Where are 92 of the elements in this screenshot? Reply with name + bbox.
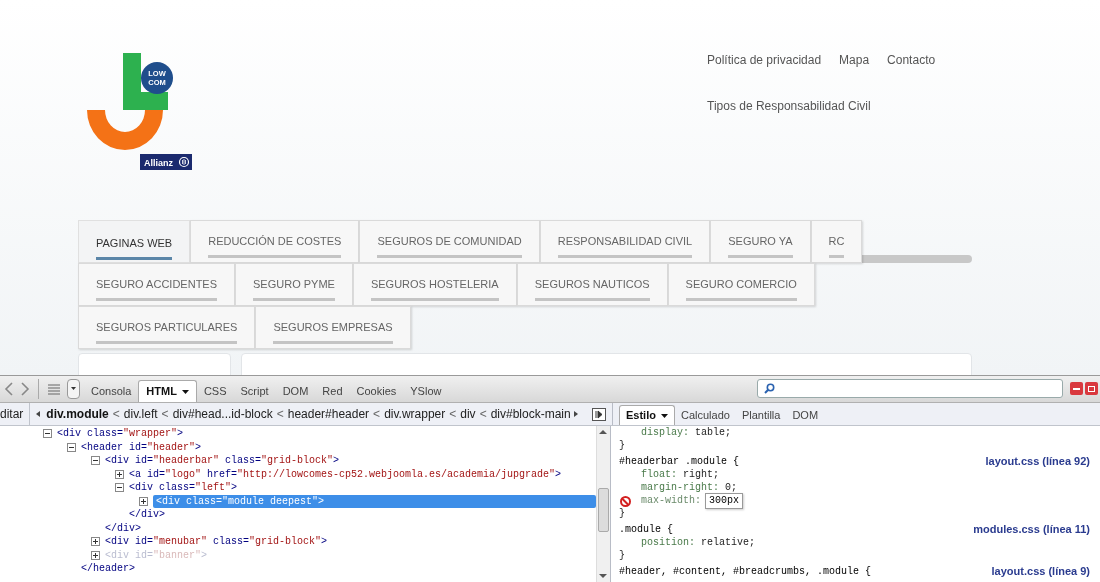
menu-tab[interactable]: PAGINAS WEB <box>78 220 191 263</box>
style-tab[interactable]: Calculado <box>674 405 736 425</box>
style-tab[interactable]: DOM <box>786 405 825 425</box>
collapse-icon[interactable] <box>91 456 100 466</box>
html-node[interactable]: <div id="headerbar" class="grid-block"> <box>105 454 340 468</box>
restore-button[interactable] <box>1085 382 1098 395</box>
css-value: table; <box>695 426 732 439</box>
source-link[interactable]: modules.css (línea 11) <box>973 523 1090 536</box>
style-tab[interactable]: Estilo <box>619 405 675 425</box>
breadcrumb-separator: < <box>161 406 169 423</box>
caret-icon <box>181 389 189 394</box>
menu-tab[interactable]: REDUCCIÓN DE COSTES <box>190 220 360 263</box>
css-selector: #headerbar .module { <box>619 455 740 468</box>
css-value: right; <box>683 468 720 481</box>
source-link[interactable]: layout.css (línea 9) <box>991 565 1090 578</box>
css-value: 0; <box>725 481 738 494</box>
menu-tab[interactable]: SEGUROS EMPRESAS <box>255 306 411 349</box>
css-selector: .module { <box>619 523 673 536</box>
css-value: relative; <box>701 536 756 549</box>
devtools-tab[interactable]: CSS <box>196 380 234 402</box>
closing-tag: </div> <box>129 508 165 522</box>
breadcrumb[interactable]: div.wrapper <box>384 405 446 423</box>
closing-tag: </div> <box>105 521 141 535</box>
breadcrumb[interactable]: div#block-main <box>490 405 571 423</box>
devtools-tab[interactable]: YSlow <box>403 380 449 402</box>
menu-tab[interactable]: SEGURO PYME <box>235 263 353 306</box>
caret-icon <box>71 387 76 390</box>
css-property: max-width: <box>641 494 701 507</box>
css-selector: #header, #content, #breadcrumbs, .module { <box>619 565 872 578</box>
breadcrumb-separator: < <box>276 406 284 423</box>
devtools-tab[interactable]: Script <box>233 380 276 402</box>
menu-tab[interactable]: SEGUROS HOSTELERIA <box>352 263 517 306</box>
caret-icon <box>660 413 668 418</box>
nav-link[interactable]: Mapa <box>839 51 870 69</box>
expand-icon[interactable] <box>91 550 100 560</box>
menu-tab[interactable]: SEGURO COMERCIO <box>667 263 815 306</box>
devtools-tab[interactable]: DOM <box>275 380 316 402</box>
scrollbar[interactable] <box>596 426 610 582</box>
breadcrumb[interactable]: div <box>460 405 476 423</box>
closing-tag: </header> <box>81 562 135 576</box>
edit-button[interactable]: ditar <box>0 402 31 426</box>
css-property: position: <box>641 536 695 549</box>
html-node[interactable]: <div id="menubar" class="grid-block"> <box>105 535 328 549</box>
menu-tab[interactable]: SEGUROS NAUTICOS <box>516 263 668 306</box>
breadcrumb[interactable]: div.module <box>46 405 109 423</box>
menu-tab[interactable]: SEGUROS PARTICULARES <box>78 306 256 349</box>
html-node[interactable]: <div class="wrapper"> <box>57 427 184 441</box>
menu-tab[interactable]: RC <box>810 220 863 263</box>
html-node[interactable]: <a id="logo" href="http://lowcomes-cp52.webjoomla.es/academia/jupgrade"> <box>129 467 562 481</box>
closing-brace: } <box>619 550 625 561</box>
source-link[interactable]: layout.css (línea 92) <box>985 455 1090 468</box>
nav-link[interactable]: Tipos de Responsabilidad Civil <box>707 99 871 113</box>
devtools-tab[interactable]: Cookies <box>349 380 404 402</box>
back-icon[interactable] <box>4 381 14 396</box>
collapse-icon[interactable] <box>43 429 52 439</box>
breadcrumb-separator: < <box>112 406 120 423</box>
collapse-icon[interactable] <box>67 442 76 452</box>
css-property: display: <box>641 426 689 439</box>
scroll-right-icon[interactable] <box>573 411 578 417</box>
menu-tab[interactable]: SEGURO YA <box>710 220 811 263</box>
breadcrumb-separator: < <box>479 406 487 423</box>
forward-icon[interactable] <box>20 381 30 396</box>
minimize-button[interactable] <box>1070 382 1083 395</box>
scroll-left-icon[interactable] <box>36 411 41 417</box>
nav-link[interactable]: Política de privacidad <box>707 51 822 69</box>
breadcrumb-separator: < <box>373 406 381 423</box>
menu-tab[interactable]: SEGURO ACCIDENTES <box>78 263 236 306</box>
breadcrumb[interactable]: div.left <box>123 405 158 423</box>
menu-tab[interactable]: RESPONSABILIDAD CIVIL <box>539 220 711 263</box>
panel-toggle-icon[interactable] <box>592 408 606 421</box>
nav-link[interactable]: Contacto <box>887 51 936 69</box>
breadcrumb[interactable]: div#head...id-block <box>172 405 273 423</box>
collapse-icon[interactable] <box>115 483 124 493</box>
breadcrumb-separator: < <box>449 406 457 423</box>
devtools-tab[interactable]: Consola <box>84 380 139 402</box>
menu-tab[interactable]: SEGUROS DE COMUNIDAD <box>359 220 540 263</box>
expand-icon[interactable] <box>115 469 124 479</box>
css-property: float: <box>641 468 677 481</box>
search-field[interactable] <box>757 379 1063 398</box>
style-tab[interactable]: Plantilla <box>735 405 787 425</box>
html-node[interactable]: <header id="header"> <box>81 440 202 454</box>
search-icon <box>764 383 775 394</box>
css-property: margin-right: <box>641 481 719 494</box>
options-button[interactable] <box>67 378 80 399</box>
closing-brace: } <box>619 508 625 519</box>
devtools-tab[interactable]: Red <box>315 380 350 402</box>
expand-icon[interactable] <box>91 537 100 547</box>
devtools-tab[interactable]: HTML <box>138 380 197 402</box>
expand-icon[interactable] <box>139 496 148 506</box>
html-node[interactable]: <div class="left"> <box>129 481 238 495</box>
breadcrumb[interactable]: header#header <box>287 405 370 423</box>
closing-brace: } <box>619 440 625 451</box>
